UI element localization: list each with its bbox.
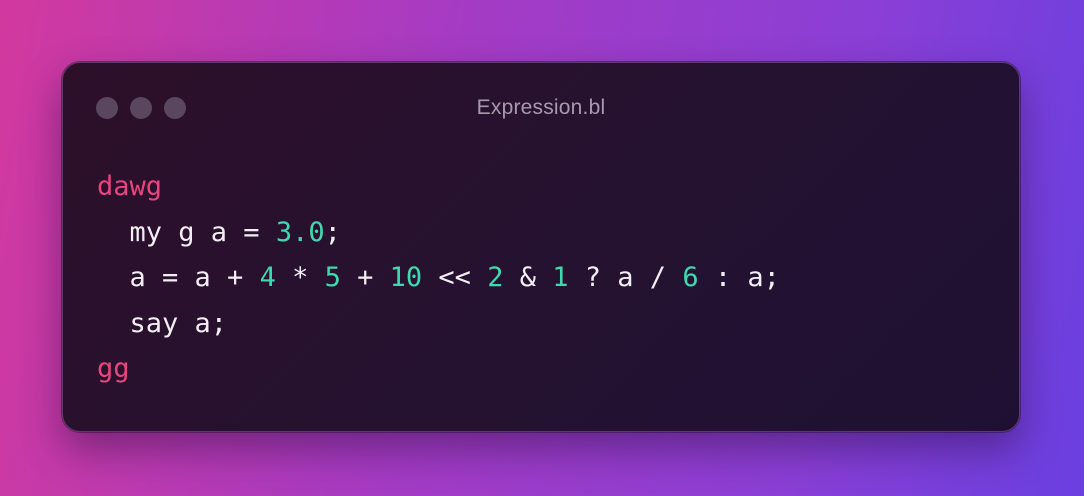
code-number: 4 bbox=[259, 262, 276, 293]
code-text: ; bbox=[324, 216, 341, 248]
code-number: 6 bbox=[682, 262, 699, 293]
code-line: gg bbox=[97, 346, 780, 392]
code-text: & bbox=[503, 262, 553, 293]
code-number: 3.0 bbox=[275, 216, 325, 248]
code-block: dawg my g a = 3.0; a = a + 4 * 5 + 10 <<… bbox=[97, 164, 780, 392]
window-title: Expression.bl bbox=[476, 96, 606, 119]
code-number: 1 bbox=[552, 262, 569, 293]
code-line: a = a + 4 * 5 + 10 << 2 & 1 ? a / 6 : a; bbox=[97, 255, 780, 301]
code-text: * bbox=[275, 262, 325, 293]
code-number: 2 bbox=[487, 262, 504, 293]
code-line: say a; bbox=[97, 301, 780, 347]
code-keyword: gg bbox=[97, 353, 130, 384]
code-text: : a; bbox=[698, 262, 780, 293]
code-text: << bbox=[422, 262, 488, 293]
code-text: my g a = bbox=[129, 216, 276, 248]
code-window: Expression.bl dawg my g a = 3.0; a = a +… bbox=[62, 62, 1020, 432]
code-text: say a; bbox=[129, 307, 228, 339]
code-number: 5 bbox=[324, 262, 341, 293]
code-line: dawg bbox=[97, 164, 780, 210]
code-text: ? a / bbox=[568, 262, 683, 293]
code-keyword: dawg bbox=[97, 171, 163, 202]
code-line: my g a = 3.0; bbox=[97, 210, 780, 256]
code-text: a = a + bbox=[129, 262, 260, 293]
code-number: 10 bbox=[389, 262, 423, 293]
code-text: + bbox=[340, 262, 390, 293]
